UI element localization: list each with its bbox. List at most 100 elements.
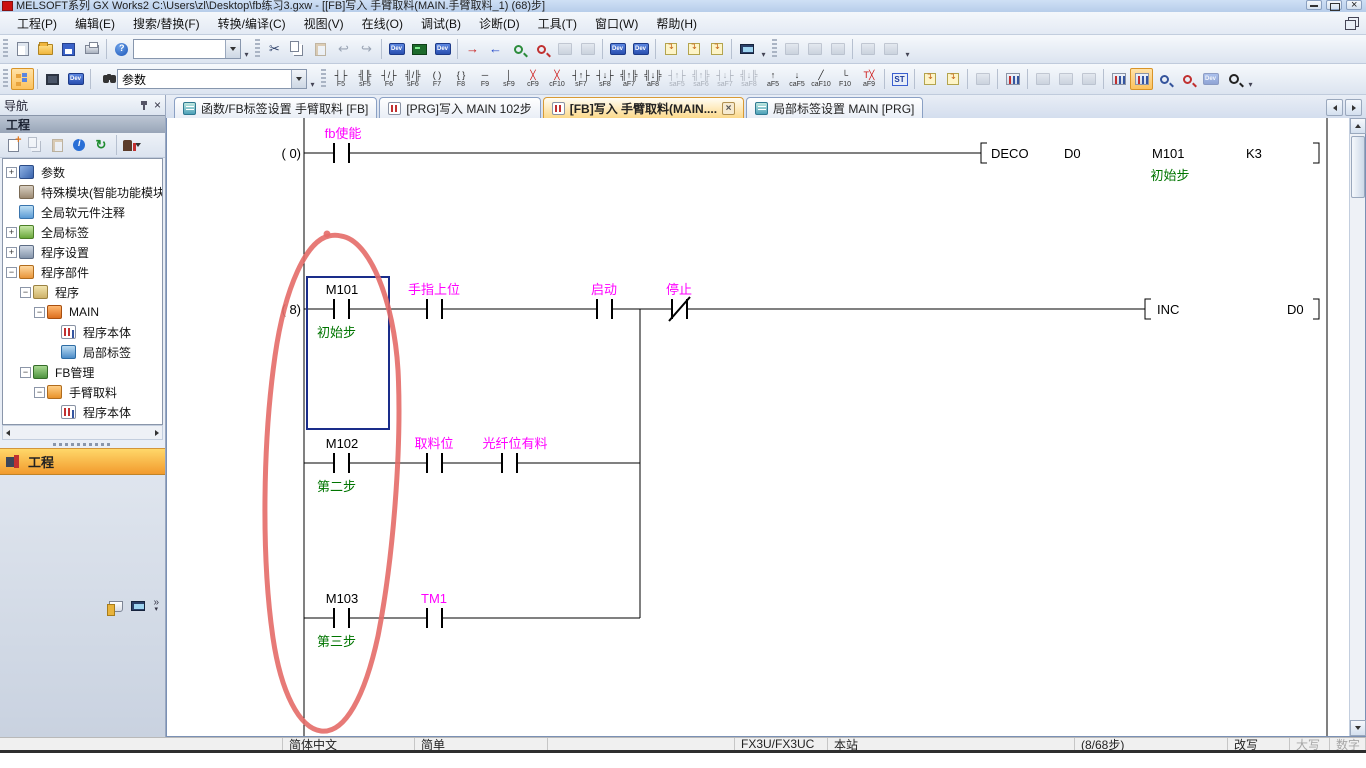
tree-item[interactable]: − 程序	[3, 282, 162, 302]
help-button[interactable]	[110, 38, 133, 60]
menu-item[interactable]: 窗口(W)	[586, 12, 647, 35]
ladder-edit-mode-button[interactable]	[1130, 68, 1153, 90]
ladder-editor[interactable]: ( 0) fb使能 DECO D0 M101 K3	[167, 118, 1349, 736]
device-test-button[interactable]	[1199, 68, 1222, 90]
read-from-plc-button[interactable]	[484, 38, 507, 60]
scroll-up-button[interactable]	[1350, 118, 1366, 134]
note-edit-button[interactable]	[971, 68, 994, 90]
nav-sort-button[interactable]	[122, 135, 142, 155]
find-button[interactable]	[94, 68, 117, 90]
toolbar-grip[interactable]	[321, 69, 326, 89]
ladder-tool-button[interactable]: ┤↑├ sF7	[569, 66, 593, 92]
branch-m103[interactable]: M103 第三步 TM1	[304, 591, 640, 649]
device-edit-button[interactable]	[629, 38, 652, 60]
ladder-monitor2-button[interactable]	[803, 38, 826, 60]
tree-item[interactable]: − 手臂取料	[3, 382, 162, 402]
cut-button[interactable]	[263, 38, 286, 60]
ladder-tool-button[interactable]: ╣╠ sF5	[353, 66, 377, 92]
pin-icon[interactable]	[140, 100, 148, 110]
redo-button[interactable]	[355, 38, 378, 60]
intelligent-module-button[interactable]	[41, 68, 64, 90]
toolbar-overflow-icon[interactable]	[902, 38, 913, 60]
statement-edit-button[interactable]	[941, 68, 964, 90]
expand-toggle-icon[interactable]: +	[6, 227, 17, 238]
scroll-left-icon[interactable]	[6, 430, 10, 436]
paste-button[interactable]	[309, 38, 332, 60]
open-project-button[interactable]	[34, 38, 57, 60]
nav-horizontal-scrollbar[interactable]	[2, 425, 163, 440]
ladder-tool-button[interactable]: ( ) F7	[425, 66, 449, 92]
tab-scroll-left-button[interactable]	[1326, 99, 1343, 116]
ladder-tool-button[interactable]: ╣/╠ sF6	[401, 66, 425, 92]
ladder-tool-button[interactable]: ┤├ F5	[329, 66, 353, 92]
tree-item[interactable]: 程序本体	[3, 402, 162, 422]
ladder-tool-button[interactable]: ╣↑╠ saF6	[689, 66, 713, 92]
declaration-button[interactable]	[705, 38, 728, 60]
toolbar-overflow-icon[interactable]	[307, 68, 318, 90]
expand-toggle-icon[interactable]: −	[20, 367, 31, 378]
ladder-tool-button[interactable]: ╣↑╠ aF7	[617, 66, 641, 92]
ladder-tool-button[interactable]: ┤↓├ sF8	[593, 66, 617, 92]
connection-destination-icon[interactable]	[131, 601, 145, 611]
toolbar-overflow-icon[interactable]	[1245, 68, 1256, 90]
combo-dropdown-icon[interactable]	[225, 40, 240, 58]
expand-toggle-icon[interactable]: −	[20, 287, 31, 298]
undo-button[interactable]	[332, 38, 355, 60]
navigation-section-bar[interactable]: 工程	[0, 115, 165, 133]
tree-item[interactable]: + 全局标签	[3, 222, 162, 242]
title-bar[interactable]: MELSOFT系列 GX Works2 C:\Users\zl\Desktop\…	[0, 0, 1366, 12]
toolbar-overflow-icon[interactable]	[241, 38, 252, 60]
rung-0[interactable]: ( 0) fb使能 DECO D0 M101 K3	[282, 126, 1320, 183]
verify-with-plc-button[interactable]	[507, 38, 530, 60]
close-panel-icon[interactable]	[154, 96, 161, 114]
tab-fb-arm-pick[interactable]: [FB]写入 手臂取料(MAIN....	[543, 97, 744, 118]
tab-fb-label-setting[interactable]: 函数/FB标签设置 手臂取料 [FB]	[174, 97, 377, 118]
toolbar-grip[interactable]	[772, 39, 777, 59]
expand-toggle-icon[interactable]	[48, 407, 59, 418]
scroll-right-icon[interactable]	[155, 430, 159, 436]
pulse-monitor-button[interactable]	[826, 38, 849, 60]
menu-item[interactable]: 在线(O)	[353, 12, 412, 35]
scroll-down-button[interactable]	[1350, 720, 1366, 736]
ladder-tool-button[interactable]: ↑ aF5	[761, 66, 785, 92]
new-project-button[interactable]	[11, 38, 34, 60]
device-batch-button[interactable]	[431, 38, 454, 60]
nav-copy-button[interactable]	[25, 135, 45, 155]
expand-toggle-icon[interactable]	[6, 207, 17, 218]
statement-list-button[interactable]	[1001, 68, 1024, 90]
expand-toggle-icon[interactable]: −	[6, 267, 17, 278]
menu-item[interactable]: 调试(B)	[412, 12, 470, 35]
statement-button[interactable]	[659, 38, 682, 60]
project-view-button[interactable]: 工程	[0, 448, 165, 475]
monitor-stop-button[interactable]	[576, 38, 599, 60]
ladder-tool-button[interactable]: │ sF9	[497, 66, 521, 92]
scrollbar-thumb[interactable]	[1351, 136, 1365, 198]
toolbar-grip[interactable]	[255, 39, 260, 59]
nav-new-button[interactable]	[3, 135, 23, 155]
find-instruction-button[interactable]	[1176, 68, 1199, 90]
menu-item[interactable]: 诊断(D)	[470, 12, 529, 35]
tree-item[interactable]: 程序本体	[3, 322, 162, 342]
expand-toggle-icon[interactable]: −	[34, 387, 45, 398]
menu-item[interactable]: 帮助(H)	[647, 12, 706, 35]
tree-item[interactable]: 特殊模块(智能功能模块)	[3, 182, 162, 202]
tab-local-label-main[interactable]: 局部标签设置 MAIN [PRG]	[746, 97, 923, 118]
nav-paste-button[interactable]	[47, 135, 67, 155]
ladder-tool-button[interactable]: ┤↓├ saF7	[713, 66, 737, 92]
expand-toggle-icon[interactable]	[48, 327, 59, 338]
ladder-block-button[interactable]	[1107, 68, 1130, 90]
note-button[interactable]	[682, 38, 705, 60]
panel-splitter[interactable]	[0, 440, 165, 448]
remote-operation-button[interactable]	[735, 38, 758, 60]
ladder-tool-button[interactable]: ╣↓╠ aF8	[641, 66, 665, 92]
ladder-tool-button[interactable]: ╳ cF10	[545, 66, 569, 92]
vertical-scrollbar[interactable]	[1349, 118, 1365, 736]
user-library-icon[interactable]	[109, 601, 123, 612]
find-target-combobox[interactable]	[117, 69, 307, 89]
ladder-tool-button[interactable]: T╳ aF9	[857, 66, 881, 92]
ladder-tool-button[interactable]: ╣↓╠ saF8	[737, 66, 761, 92]
device-monitor-button[interactable]	[606, 38, 629, 60]
tree-item[interactable]: − MAIN	[3, 302, 162, 322]
tree-item[interactable]: − 程序部件	[3, 262, 162, 282]
menu-item[interactable]: 搜索/替换(F)	[124, 12, 209, 35]
